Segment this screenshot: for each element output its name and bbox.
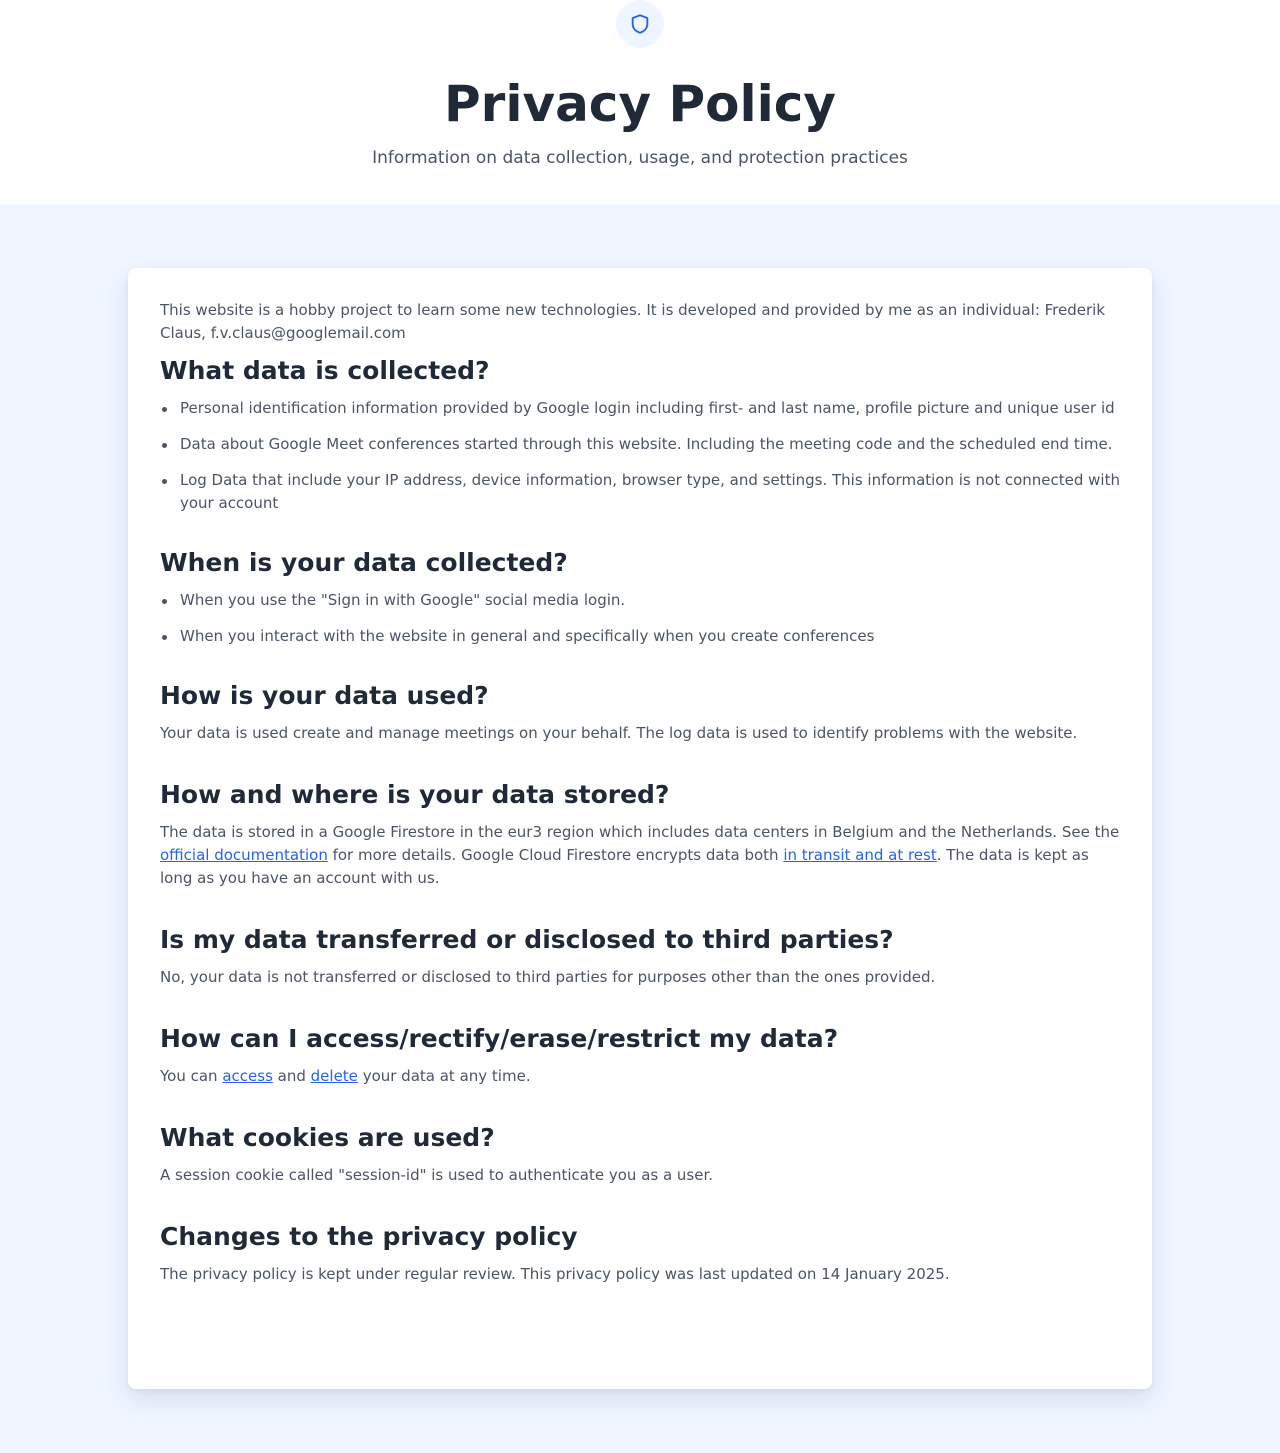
access-text: You can access and delete your data at a… <box>160 1065 1120 1088</box>
transit-at-rest-link[interactable]: in transit and at rest <box>783 846 936 864</box>
page-title: Privacy Policy <box>444 75 836 133</box>
section-heading-changes: Changes to the privacy policy <box>160 1222 578 1251</box>
when-list: When you use the "Sign in with Google" s… <box>160 589 1120 648</box>
section-heading-used: How is your data used? <box>160 681 489 710</box>
section-heading-cookies: What cookies are used? <box>160 1123 495 1152</box>
delete-link[interactable]: delete <box>311 1067 358 1085</box>
page-subtitle: Information on data collection, usage, a… <box>372 148 908 168</box>
stored-text: The data is stored in a Google Firestore… <box>160 821 1120 890</box>
list-item: When you interact with the website in ge… <box>160 625 1120 648</box>
access-text-part: your data at any time. <box>357 1067 531 1085</box>
list-item: Data about Google Meet conferences start… <box>160 433 1120 456</box>
stored-text-part: for more details. Google Cloud Firestore… <box>327 846 784 864</box>
access-link[interactable]: access <box>222 1067 273 1085</box>
shield-icon <box>631 14 649 34</box>
list-item: Personal identification information prov… <box>160 397 1120 420</box>
access-text-part: and <box>272 1067 311 1085</box>
intro-text: This website is a hobby project to learn… <box>160 301 1106 342</box>
shield-icon-badge <box>616 0 664 48</box>
section-heading-collected: What data is collected? <box>160 356 490 385</box>
list-item: When you use the "Sign in with Google" s… <box>160 589 1120 612</box>
collected-list: Personal identification information prov… <box>160 397 1120 515</box>
stored-text-part: The data is stored in a Google Firestore… <box>160 823 1120 841</box>
section-heading-third-parties: Is my data transferred or disclosed to t… <box>160 925 894 954</box>
page-header: Privacy Policy Information on data colle… <box>0 0 1280 204</box>
section-heading-when: When is your data collected? <box>160 548 568 577</box>
third-parties-text: No, your data is not transferred or disc… <box>160 968 936 986</box>
policy-card: This website is a hobby project to learn… <box>128 268 1152 1389</box>
used-text: Your data is used create and manage meet… <box>160 724 1078 742</box>
access-text-part: You can <box>160 1067 223 1085</box>
official-documentation-link[interactable]: official documentation <box>160 846 328 864</box>
section-heading-access: How can I access/rectify/erase/restrict … <box>160 1024 839 1053</box>
cookies-text: A session cookie called "session-id" is … <box>160 1166 714 1184</box>
changes-text: The privacy policy is kept under regular… <box>160 1265 950 1283</box>
list-item: Log Data that include your IP address, d… <box>160 469 1120 515</box>
section-heading-stored: How and where is your data stored? <box>160 780 670 809</box>
